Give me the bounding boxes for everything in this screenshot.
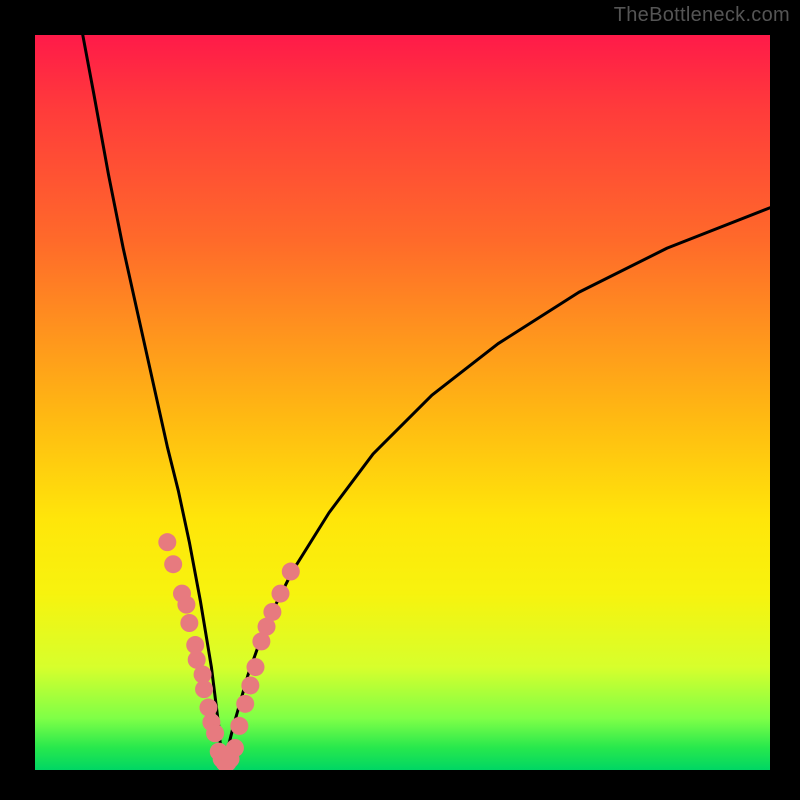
data-dots (158, 533, 299, 770)
data-dot (158, 533, 176, 551)
data-dot (247, 658, 265, 676)
data-dot (195, 680, 213, 698)
data-dot (226, 739, 244, 757)
curve-svg (35, 35, 770, 770)
watermark-text: TheBottleneck.com (614, 4, 790, 27)
data-dot (271, 585, 289, 603)
data-dot (177, 596, 195, 614)
data-dot (230, 717, 248, 735)
data-dot (263, 603, 281, 621)
plot-area (35, 35, 770, 770)
data-dot (180, 614, 198, 632)
chart-stage: TheBottleneck.com (0, 0, 800, 800)
data-dot (164, 555, 182, 573)
data-dot (241, 676, 259, 694)
data-dot (236, 695, 254, 713)
curve-segment (222, 208, 770, 770)
bottleneck-curve (83, 35, 770, 770)
data-dot (206, 724, 224, 742)
data-dot (282, 563, 300, 581)
